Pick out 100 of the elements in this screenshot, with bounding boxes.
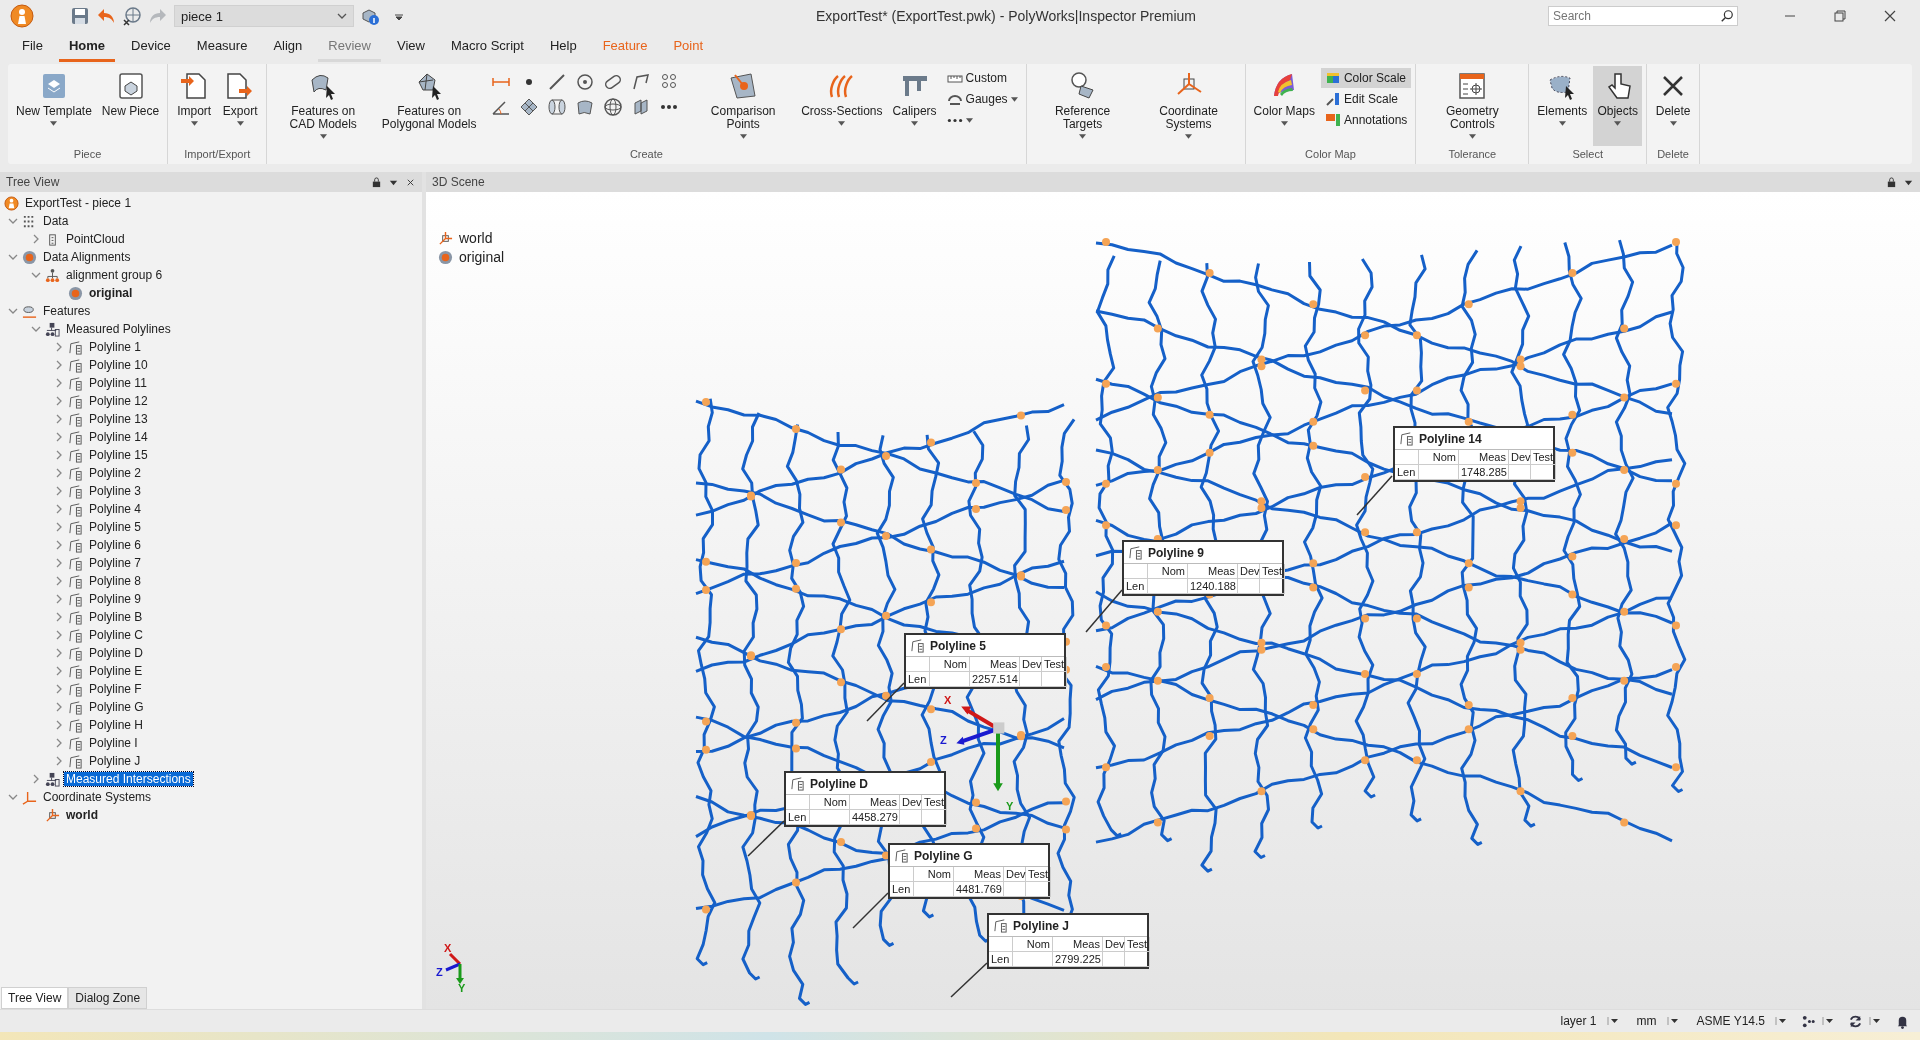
chevron-icon[interactable]	[8, 792, 18, 802]
tree-item[interactable]: Polyline 15	[87, 448, 150, 462]
refresh-icon[interactable]	[1848, 1013, 1863, 1029]
ribbon-button[interactable]: Custom	[942, 68, 1022, 88]
tree-item[interactable]: Polyline 11	[87, 376, 149, 390]
ribbon-button[interactable]: Delete	[1651, 66, 1696, 146]
ribbon-button[interactable]: Calipers	[888, 66, 941, 146]
ribbon-button[interactable]: Coordinate Systems	[1136, 66, 1241, 146]
chevron-icon[interactable]	[54, 594, 64, 604]
ribbon-button[interactable]: Gauges	[942, 89, 1022, 109]
caret-icon[interactable]	[1666, 1016, 1679, 1026]
chevron-icon[interactable]	[31, 234, 41, 244]
measurement-callout[interactable]: Polyline G Nom Meas Dev Test Len 4481.769	[888, 843, 1050, 899]
tree-item[interactable]: Polyline 2	[87, 466, 144, 480]
measurement-callout[interactable]: Polyline J Nom Meas Dev Test Len 2799.225	[987, 913, 1149, 969]
chevron-icon[interactable]	[31, 324, 41, 334]
tree-item[interactable]: Polyline 9	[87, 592, 144, 606]
circle-icon[interactable]	[575, 72, 596, 92]
tree-item[interactable]: Polyline F	[87, 682, 144, 696]
panel-tab[interactable]: Dialog Zone	[68, 987, 148, 1009]
tree-item[interactable]: Polyline 4	[87, 502, 144, 516]
dots-icon[interactable]	[1801, 1013, 1816, 1029]
tree-item[interactable]: original	[87, 286, 135, 300]
ribbon-button[interactable]: Reference Targets	[1030, 66, 1135, 146]
menu-tab[interactable]: Measure	[186, 34, 258, 62]
tree-item[interactable]: Polyline I	[87, 736, 140, 750]
chevron-icon[interactable]	[54, 540, 64, 550]
menu-tab[interactable]: View	[386, 34, 435, 62]
line-icon[interactable]	[547, 72, 568, 92]
chevron-icon[interactable]	[54, 702, 64, 712]
globe-undo-icon[interactable]	[122, 6, 142, 26]
piece-dropdown[interactable]: piece 1	[174, 5, 354, 27]
chevron-icon[interactable]	[54, 756, 64, 766]
tree-item[interactable]: ExportTest - piece 1	[23, 196, 134, 210]
ribbon-button[interactable]: Color Maps	[1249, 66, 1319, 146]
slot-icon[interactable]	[603, 72, 624, 92]
tree-item[interactable]: Polyline 7	[87, 556, 144, 570]
tree-item[interactable]: Polyline 8	[87, 574, 144, 588]
chevron-icon[interactable]	[54, 612, 64, 622]
menu-tab[interactable]: Help	[539, 34, 587, 62]
ribbon-button[interactable]: New Template	[12, 66, 96, 146]
surface-icon[interactable]	[575, 97, 596, 117]
chevron-icon[interactable]	[8, 306, 18, 316]
chevron-icon[interactable]	[54, 558, 64, 568]
chevron-icon[interactable]	[54, 630, 64, 640]
cylinder-icon[interactable]	[547, 97, 568, 117]
tree-item[interactable]: Polyline 3	[87, 484, 144, 498]
polyline-icon[interactable]	[631, 72, 652, 92]
chevron-icon[interactable]	[54, 486, 64, 496]
chevron-icon[interactable]	[8, 216, 18, 226]
tree-item[interactable]: PointCloud	[64, 232, 127, 246]
chevron-icon[interactable]	[54, 342, 64, 352]
tree-item[interactable]: Measured Polylines	[64, 322, 173, 336]
customize-caret-icon[interactable]	[394, 12, 404, 20]
lock-icon[interactable]	[371, 176, 382, 188]
status-selector[interactable]: mm	[1632, 1014, 1661, 1028]
ribbon-button[interactable]: Features on CAD Models	[271, 66, 376, 146]
chevron-icon[interactable]	[54, 684, 64, 694]
menu-tab[interactable]: Align	[263, 34, 313, 62]
tree-item[interactable]: Features	[41, 304, 93, 318]
menu-tab[interactable]: Macro Script	[440, 34, 534, 62]
tree-item[interactable]: Polyline C	[87, 628, 146, 642]
tree-item[interactable]: Polyline H	[87, 718, 146, 732]
tree-item[interactable]: Polyline E	[87, 664, 145, 678]
plane-icon[interactable]	[519, 97, 540, 117]
restore-icon[interactable]	[1832, 8, 1848, 24]
panel-tab[interactable]: Tree View	[1, 987, 69, 1009]
save-icon[interactable]	[70, 6, 90, 26]
tree-item[interactable]: Data	[41, 214, 71, 228]
measurement-callout[interactable]: Polyline 5 Nom Meas Dev Test Len 2257.514	[904, 633, 1066, 689]
status-selector[interactable]: ASME Y14.5	[1692, 1014, 1769, 1028]
tree-item[interactable]: Polyline 5	[87, 520, 144, 534]
measurement-callout[interactable]: Polyline D Nom Meas Dev Test Len 4458.279	[784, 771, 946, 827]
tree-item[interactable]: alignment group 6	[64, 268, 165, 282]
ribbon-button[interactable]: Geometry Controls	[1420, 66, 1525, 146]
menu-tab[interactable]: Device	[121, 34, 181, 62]
caret-icon[interactable]	[1775, 1016, 1787, 1026]
ribbon-button[interactable]: Cross-Sections	[797, 66, 887, 146]
tree-item[interactable]: world	[64, 808, 100, 822]
tree-item[interactable]: Coordinate Systems	[41, 790, 154, 804]
tree-item[interactable]: Polyline 6	[87, 538, 144, 552]
tree-item[interactable]: Polyline B	[87, 610, 145, 624]
ribbon-button[interactable]: Export	[218, 66, 263, 146]
search-field[interactable]: Search	[1548, 6, 1738, 26]
ribbon-button[interactable]: New Piece	[97, 66, 164, 146]
tree-item[interactable]: Polyline 1	[87, 340, 144, 354]
menu-tab[interactable]: File	[12, 34, 53, 62]
ribbon-button[interactable]: Features on Polygonal Models	[377, 66, 482, 146]
chevron-icon[interactable]	[54, 720, 64, 730]
tree-item[interactable]: Data Alignments	[41, 250, 133, 264]
chevron-icon[interactable]	[31, 270, 41, 280]
tree-item[interactable]: Polyline 14	[87, 430, 150, 444]
tree-item[interactable]: Measured Intersections	[64, 772, 193, 786]
chevron-icon[interactable]	[54, 504, 64, 514]
measurement-callout[interactable]: Polyline 9 Nom Meas Dev Test Len 1240.188	[1122, 540, 1284, 596]
tree-item[interactable]: Polyline 12	[87, 394, 150, 408]
chevron-icon[interactable]	[8, 252, 18, 262]
chevron-icon[interactable]	[54, 378, 64, 388]
caret-icon[interactable]	[1822, 1016, 1834, 1026]
tree-item[interactable]: Polyline 10	[87, 358, 150, 372]
